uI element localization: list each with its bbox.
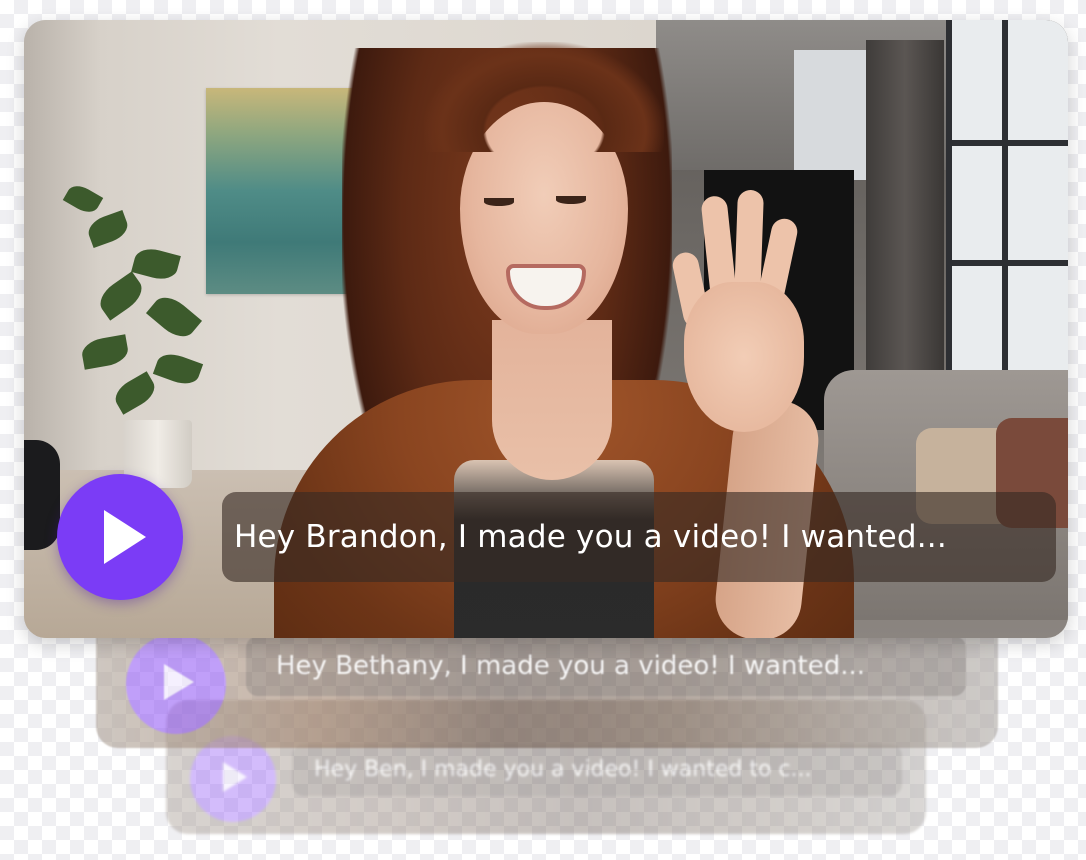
video-caption: Hey Ben, I made you a video! I wanted to… [292,744,902,796]
video-caption: Hey Brandon, I made you a video! I wante… [234,519,947,555]
video-card-front[interactable]: Hey Brandon, I made you a video! I wante… [24,20,1068,638]
play-button[interactable] [190,736,276,822]
play-icon [104,510,146,564]
play-button[interactable] [126,634,226,734]
window [946,20,1068,380]
chair [24,440,60,550]
play-button[interactable] [57,474,183,600]
video-caption: Hey Bethany, I made you a video! I wante… [246,636,966,696]
